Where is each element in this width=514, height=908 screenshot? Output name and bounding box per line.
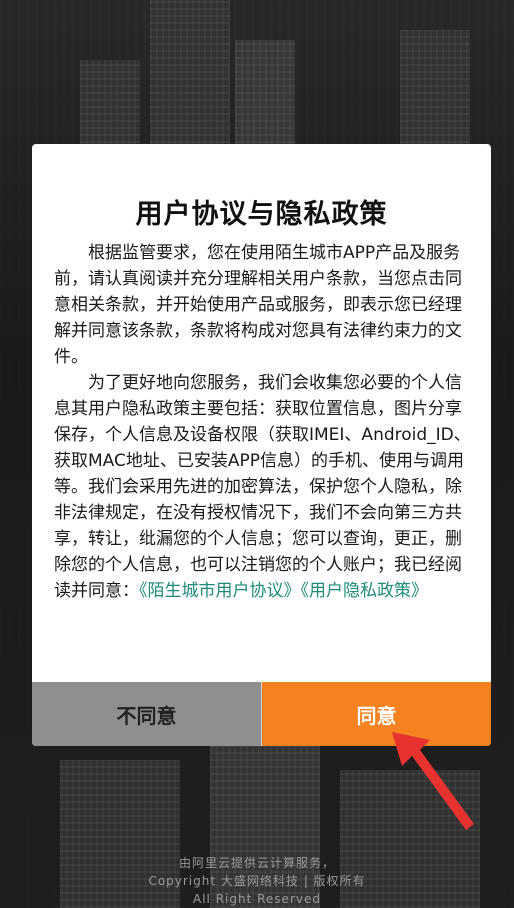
background-building	[235, 40, 295, 150]
footer-line-2: Copyright 大盛网络科技 | 版权所有	[148, 874, 366, 888]
privacy-dialog: 用户协议与隐私政策 根据监管要求，您在使用陌生城市APP产品及服务前，请认真阅读…	[32, 144, 491, 746]
background-building	[80, 60, 140, 150]
user-agreement-link[interactable]: 《陌生城市用户协议》	[139, 581, 301, 601]
agreement-paragraph-2-text: 为了更好地向您服务，我们会收集您必要的个人信息其用户隐私政策主要包括：获取位置信…	[54, 373, 471, 601]
footer-line-3: All Right Reserved	[193, 892, 321, 906]
background-building	[400, 30, 470, 150]
dialog-body: 根据监管要求，您在使用陌生城市APP产品及服务前，请认真阅读并充分理解相关用户条…	[54, 240, 473, 604]
agreement-paragraph-2: 为了更好地向您服务，我们会收集您必要的个人信息其用户隐私政策主要包括：获取位置信…	[54, 370, 473, 604]
privacy-policy-link[interactable]: 《用户隐私政策》	[301, 581, 429, 601]
splash-screen: 用户协议与隐私政策 根据监管要求，您在使用陌生城市APP产品及服务前，请认真阅读…	[0, 0, 514, 908]
footer: 由阿里云提供云计算服务， Copyright 大盛网络科技 | 版权所有 All…	[0, 854, 514, 908]
red-arrow-icon	[392, 732, 474, 830]
background-building	[150, 0, 230, 150]
footer-line-1: 由阿里云提供云计算服务，	[178, 856, 335, 870]
disagree-button[interactable]: 不同意	[32, 682, 262, 746]
agreement-paragraph-1: 根据监管要求，您在使用陌生城市APP产品及服务前，请认真阅读并充分理解相关用户条…	[54, 243, 462, 367]
dialog-title: 用户协议与隐私政策	[135, 199, 388, 230]
